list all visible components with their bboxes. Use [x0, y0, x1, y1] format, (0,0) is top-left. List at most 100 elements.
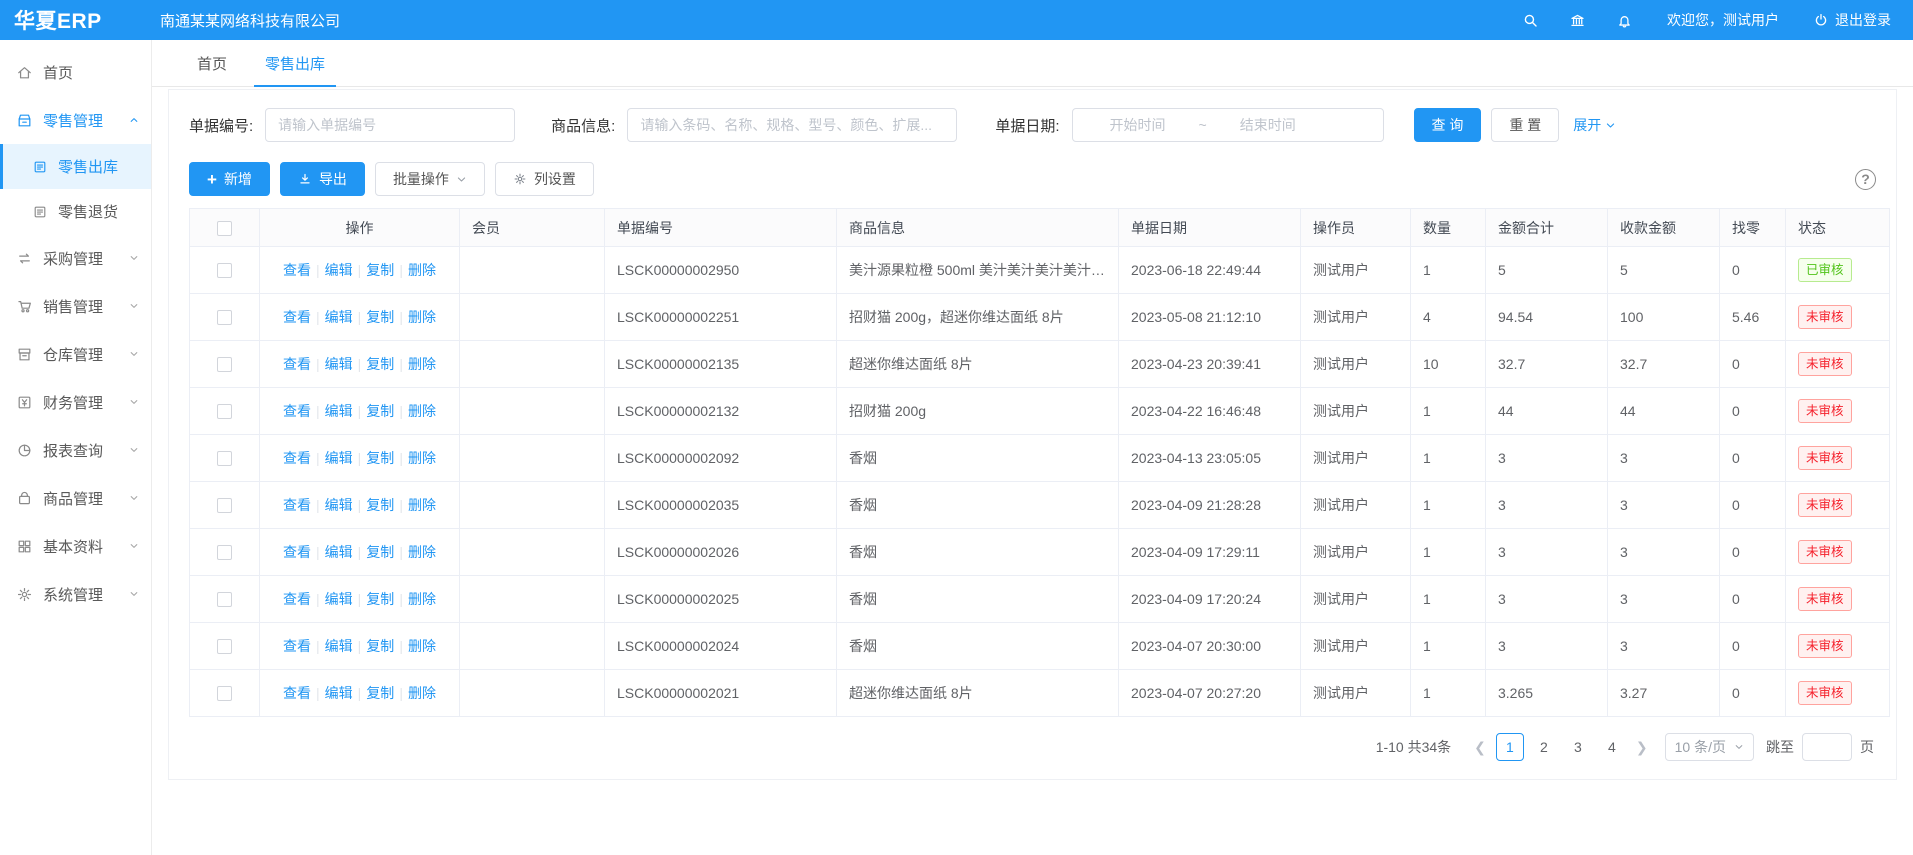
date-end-input[interactable] [1213, 116, 1323, 134]
copy-link[interactable]: 复制 [366, 309, 394, 325]
row-checkbox[interactable] [217, 545, 232, 560]
edit-link[interactable]: 编辑 [325, 591, 353, 607]
row-checkbox[interactable] [217, 686, 232, 701]
delete-link[interactable]: 删除 [408, 544, 436, 560]
edit-link[interactable]: 编辑 [325, 262, 353, 278]
delete-link[interactable]: 删除 [408, 638, 436, 654]
delete-link[interactable]: 删除 [408, 309, 436, 325]
sidebar-item-goods[interactable]: 商品管理 [0, 474, 151, 522]
sidebar-item-finance[interactable]: 财务管理 [0, 378, 151, 426]
action-separator: | [358, 497, 362, 513]
sidebar-item-home[interactable]: 首页 [0, 48, 151, 96]
sidebar-item-purchase[interactable]: 采购管理 [0, 234, 151, 282]
cell-number: LSCK00000002092 [605, 435, 837, 482]
search-button[interactable]: 查 询 [1414, 108, 1482, 142]
tab-retail-outbound[interactable]: 零售出库 [246, 40, 344, 86]
view-link[interactable]: 查看 [283, 685, 311, 701]
row-checkbox[interactable] [217, 310, 232, 325]
prev-page-icon[interactable]: ❮ [1467, 739, 1493, 756]
cell-status: 未审核 [1786, 294, 1890, 341]
reset-button[interactable]: 重 置 [1491, 108, 1559, 142]
edit-link[interactable]: 编辑 [325, 638, 353, 654]
copy-link[interactable]: 复制 [366, 544, 394, 560]
view-link[interactable]: 查看 [283, 591, 311, 607]
copy-link[interactable]: 复制 [366, 638, 394, 654]
view-link[interactable]: 查看 [283, 497, 311, 513]
view-link[interactable]: 查看 [283, 309, 311, 325]
copy-link[interactable]: 复制 [366, 403, 394, 419]
view-link[interactable]: 查看 [283, 356, 311, 372]
product-input[interactable] [627, 108, 957, 142]
page-button[interactable]: 2 [1530, 733, 1558, 761]
delete-link[interactable]: 删除 [408, 591, 436, 607]
page-button[interactable]: 3 [1564, 733, 1592, 761]
view-link[interactable]: 查看 [283, 403, 311, 419]
sidebar-subitem[interactable]: 零售出库 [0, 144, 151, 189]
export-button[interactable]: 导出 [280, 162, 365, 196]
sidebar-item-warehouse[interactable]: 仓库管理 [0, 330, 151, 378]
page-button[interactable]: 4 [1598, 733, 1626, 761]
row-checkbox[interactable] [217, 357, 232, 372]
help-icon[interactable]: ? [1855, 169, 1876, 190]
expand-link[interactable]: 展开 [1573, 115, 1616, 135]
row-checkbox[interactable] [217, 639, 232, 654]
sidebar-subitem[interactable]: 零售退货 [0, 189, 151, 234]
column-settings-button[interactable]: 列设置 [495, 162, 594, 196]
col-header: 金额合计 [1486, 209, 1608, 247]
delete-link[interactable]: 删除 [408, 497, 436, 513]
delete-link[interactable]: 删除 [408, 262, 436, 278]
copy-link[interactable]: 复制 [366, 450, 394, 466]
edit-link[interactable]: 编辑 [325, 450, 353, 466]
chevron-down-icon [129, 445, 139, 455]
plus-icon: + [207, 171, 217, 188]
edit-link[interactable]: 编辑 [325, 356, 353, 372]
copy-link[interactable]: 复制 [366, 497, 394, 513]
sidebar-item-report[interactable]: 报表查询 [0, 426, 151, 474]
edit-link[interactable]: 编辑 [325, 403, 353, 419]
row-checkbox[interactable] [217, 451, 232, 466]
next-page-icon[interactable]: ❯ [1629, 739, 1655, 756]
edit-link[interactable]: 编辑 [325, 685, 353, 701]
edit-link[interactable]: 编辑 [325, 497, 353, 513]
bell-icon[interactable] [1616, 12, 1633, 29]
date-range-picker[interactable]: ~ [1072, 108, 1384, 142]
action-separator: | [316, 262, 320, 278]
view-link[interactable]: 查看 [283, 638, 311, 654]
delete-link[interactable]: 删除 [408, 450, 436, 466]
copy-link[interactable]: 复制 [366, 591, 394, 607]
copy-link[interactable]: 复制 [366, 262, 394, 278]
copy-link[interactable]: 复制 [366, 356, 394, 372]
sidebar-item-system[interactable]: 系统管理 [0, 570, 151, 618]
delete-link[interactable]: 删除 [408, 403, 436, 419]
search-icon[interactable] [1522, 12, 1539, 29]
export-button-label: 导出 [319, 169, 347, 189]
row-checkbox[interactable] [217, 263, 232, 278]
number-input[interactable] [265, 108, 515, 142]
row-checkbox[interactable] [217, 592, 232, 607]
copy-link[interactable]: 复制 [366, 685, 394, 701]
view-link[interactable]: 查看 [283, 544, 311, 560]
sidebar-item-basic[interactable]: 基本资料 [0, 522, 151, 570]
view-link[interactable]: 查看 [283, 450, 311, 466]
select-all-checkbox[interactable] [217, 221, 232, 236]
logout-label: 退出登录 [1835, 10, 1891, 30]
logout-button[interactable]: 退出登录 [1813, 10, 1891, 30]
delete-link[interactable]: 删除 [408, 685, 436, 701]
page-size-select[interactable]: 10 条/页 [1665, 733, 1754, 761]
tab-home[interactable]: 首页 [178, 40, 246, 86]
date-start-input[interactable] [1083, 116, 1193, 134]
edit-link[interactable]: 编辑 [325, 309, 353, 325]
row-checkbox[interactable] [217, 404, 232, 419]
sidebar-item-retail[interactable]: 零售管理 [0, 96, 151, 144]
jump-page-input[interactable] [1802, 733, 1852, 761]
view-link[interactable]: 查看 [283, 262, 311, 278]
page-button[interactable]: 1 [1496, 733, 1524, 761]
edit-link[interactable]: 编辑 [325, 544, 353, 560]
table-row: 查看|编辑|复制|删除LSCK00000002135超迷你维达面纸 8片2023… [190, 341, 1890, 388]
bank-icon[interactable] [1569, 12, 1586, 29]
sidebar-item-sales[interactable]: 销售管理 [0, 282, 151, 330]
delete-link[interactable]: 删除 [408, 356, 436, 372]
add-button[interactable]: + 新增 [189, 162, 270, 196]
row-checkbox[interactable] [217, 498, 232, 513]
batch-operations-button[interactable]: 批量操作 [375, 162, 485, 196]
